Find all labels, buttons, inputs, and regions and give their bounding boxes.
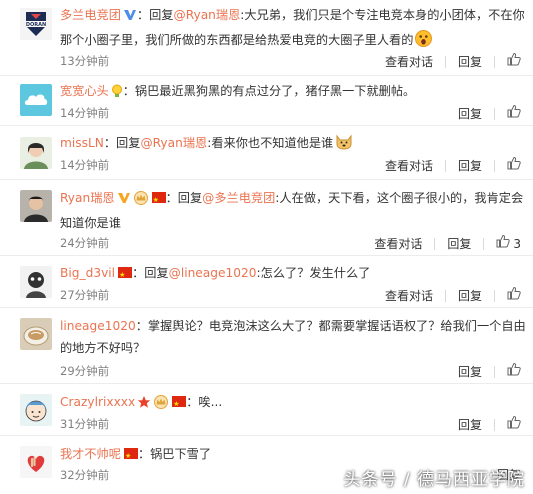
star-icon (137, 394, 151, 416)
divider (494, 365, 495, 378)
watermark: 头条号 / 德马西亚学院 (343, 470, 525, 490)
comment-text-cont: 知道你是谁 (60, 216, 121, 230)
comment-item: Ryan瑞恩 ：回复@多兰电竞团:人在做，天下看，这个圈子很小的，我肯定会 知道你… (0, 180, 533, 256)
comment-time: 27分钟前 (60, 288, 110, 302)
like-count: 3 (513, 236, 521, 251)
view-conversation-link[interactable]: 查看对话 (385, 157, 433, 175)
comment-time: 13分钟前 (60, 54, 110, 68)
china-flag-icon (151, 189, 166, 211)
comment-item: DORAN 多兰电竞团 ：回复@Ryan瑞恩:大兄弟，我们只是个专注电竞本身的小团… (0, 0, 533, 76)
comment-time: 14分钟前 (60, 106, 110, 120)
like-icon[interactable] (496, 234, 511, 253)
svg-text:DORAN: DORAN (26, 22, 46, 28)
comment-item: lineage1020：掌握舆论？电竞泡沫这么大了？都需要掌握话语权了？给我们一… (0, 308, 533, 384)
mention-link[interactable]: @Ryan瑞恩 (174, 8, 241, 22)
like-icon[interactable] (507, 52, 521, 71)
divider (444, 159, 446, 172)
divider (494, 418, 495, 431)
comment-text: :看来你也不知道他是谁 (207, 136, 334, 150)
verified-v-icon (117, 190, 131, 212)
username[interactable]: missLN (60, 136, 104, 150)
comment-text: ：锅巴最近黑狗黑的有点过分了，猪仔黑一下就删帖。 (122, 84, 416, 98)
comment-text: :人在做，天下看，这个圈子很小的，我肯定会 (275, 191, 524, 205)
username[interactable]: Ryan瑞恩 (60, 191, 115, 205)
comment-item: Big_d3vil ：回复@lineage1020:怎么了？发生什么了 27分钟前… (0, 256, 533, 308)
username[interactable]: 宽宽心头 (60, 84, 109, 98)
reply-link[interactable]: 回复 (447, 235, 471, 253)
divider (444, 55, 446, 68)
divider (494, 159, 495, 172)
comment-item: missLN：回复@Ryan瑞恩:看来你也不知道他是谁 14分钟前 查看对话 回… (0, 126, 533, 180)
reply-link[interactable]: 回复 (458, 287, 482, 305)
like-icon[interactable] (507, 362, 521, 381)
avatar[interactable] (20, 266, 52, 298)
china-flag-icon (123, 445, 138, 467)
reply-prefix: ：回复 (132, 266, 169, 280)
comment-item: 宽宽心头 ：锅巴最近黑狗黑的有点过分了，猪仔黑一下就删帖。 14分钟前 回复 (0, 76, 533, 126)
crown-icon (133, 190, 149, 212)
divider (494, 289, 495, 302)
username[interactable]: Crazylrixxxx (60, 395, 135, 409)
divider (434, 237, 436, 250)
reply-prefix: ：回复 (165, 191, 203, 205)
mention-link[interactable]: @Ryan瑞恩 (140, 136, 207, 150)
like-icon[interactable] (507, 104, 521, 123)
comment-time: 24分钟前 (60, 236, 110, 250)
comment-text-cont: 的地方不好吗？ (60, 341, 146, 355)
china-flag-icon (118, 264, 133, 286)
comment-text: :大兄弟，我们只是个专注电竞本身的小团体，不在你 (240, 8, 525, 22)
comment-time: 14分钟前 (60, 158, 110, 172)
reply-prefix: ：回复 (103, 136, 141, 150)
username[interactable]: 多兰电竞团 (60, 8, 121, 22)
avatar[interactable] (20, 446, 52, 478)
divider (444, 289, 446, 302)
divider (483, 237, 485, 250)
username[interactable]: Big_d3vil (60, 266, 115, 280)
comment-text: ：掌握舆论？电竞泡沫这么大了？都需要掌握话语权了？给我们一个自由 (135, 319, 526, 333)
username[interactable]: 我才不帅呢 (60, 447, 121, 461)
comment-time: 31分钟前 (60, 417, 110, 431)
username[interactable]: lineage1020 (60, 319, 136, 333)
reply-link[interactable]: 回复 (458, 416, 482, 434)
comment-text-cont: 那个小圈子里，我们所做的东西都是给热爱电竞的大圈子里人看的 (60, 33, 414, 47)
view-conversation-link[interactable]: 查看对话 (374, 235, 422, 253)
like-icon[interactable] (507, 415, 521, 434)
doge-emoji-icon (335, 133, 353, 157)
avatar[interactable] (20, 137, 52, 169)
comment-item: Crazylrixxxx ：唉... 31分钟前 回复 (0, 384, 533, 436)
bulb-icon (111, 83, 123, 105)
avatar[interactable] (20, 84, 52, 116)
like-icon[interactable] (507, 156, 521, 175)
reply-link[interactable]: 回复 (458, 53, 482, 71)
view-conversation-link[interactable]: 查看对话 (385, 287, 433, 305)
reply-link[interactable]: 回复 (458, 157, 482, 175)
avatar[interactable] (20, 190, 52, 222)
reply-link[interactable]: 回复 (458, 105, 482, 123)
comment-text: ：锅巴下雪了 (137, 447, 212, 461)
comment-time: 32分钟前 (60, 468, 110, 482)
avatar[interactable] (20, 394, 52, 426)
reply-link[interactable]: 回复 (458, 363, 482, 381)
surprised-emoji-icon (415, 30, 433, 54)
view-conversation-link[interactable]: 查看对话 (385, 53, 433, 71)
avatar[interactable]: DORAN (20, 8, 52, 40)
china-flag-icon (172, 393, 187, 415)
crown-icon (153, 394, 169, 416)
reply-prefix: ：回复 (136, 8, 174, 22)
comment-time: 29分钟前 (60, 364, 110, 378)
like-icon[interactable] (507, 286, 521, 305)
verified-v-icon (123, 7, 137, 29)
comment-text: :怎么了？发生什么了 (256, 266, 371, 280)
avatar[interactable] (20, 318, 52, 350)
divider (494, 55, 495, 68)
mention-link[interactable]: @lineage1020 (169, 266, 257, 280)
mention-link[interactable]: @多兰电竞团 (202, 191, 275, 205)
divider (494, 107, 495, 120)
comment-text: ：唉... (186, 395, 223, 409)
